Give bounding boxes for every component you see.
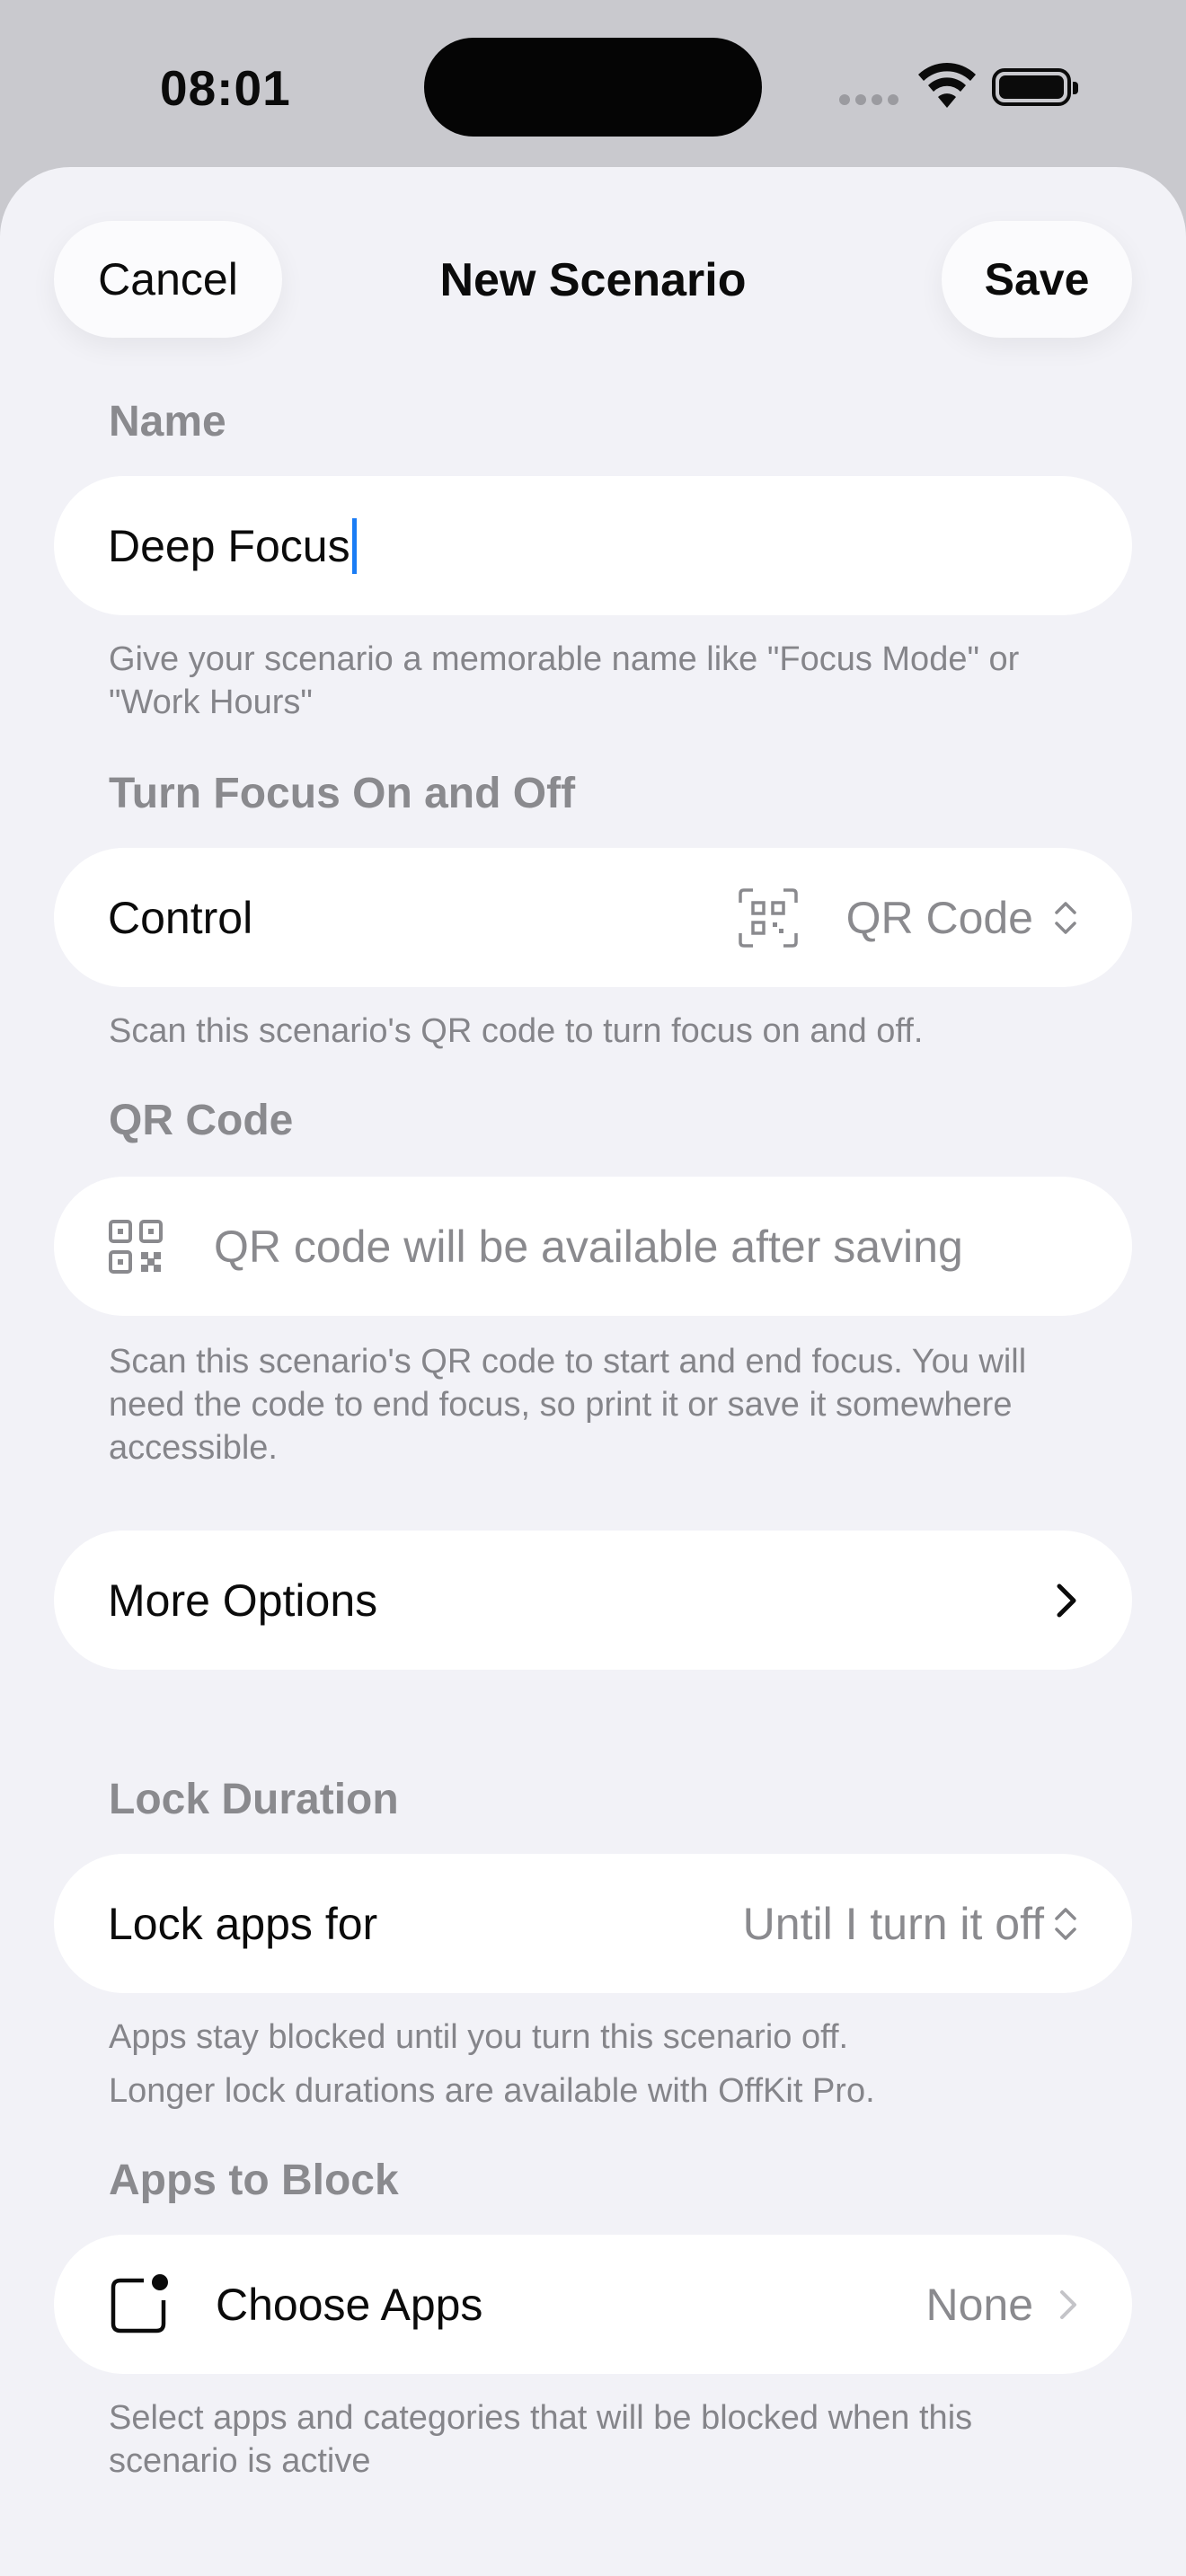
new-scenario-sheet: Cancel New Scenario Save Name Deep Focus… xyxy=(0,167,1186,2576)
control-label: Control xyxy=(108,892,253,943)
dynamic-island xyxy=(424,38,762,137)
qr-code-row: QR code will be available after saving xyxy=(54,1177,1132,1316)
qr-code-icon xyxy=(738,887,798,948)
name-footer: Give your scenario a memorable name like… xyxy=(109,640,1020,721)
text-caret xyxy=(351,517,357,574)
choose-apps-label: Choose Apps xyxy=(216,2279,483,2330)
more-options-row[interactable]: More Options xyxy=(54,1531,1132,1670)
qr-placeholder-text: QR code will be available after saving xyxy=(214,1221,963,1272)
lock-section-label: Lock Duration xyxy=(109,1776,399,1823)
choose-apps-row[interactable]: Choose Apps None xyxy=(54,2235,1132,2374)
screen: 08:01 Cancel New Scenario Save Name Deep… xyxy=(0,0,1186,2576)
name-field-card[interactable]: Deep Focus xyxy=(54,476,1132,615)
lock-duration-row[interactable]: Lock apps for Until I turn it off xyxy=(54,1854,1132,1993)
focus-section-label: Turn Focus On and Off xyxy=(109,770,576,817)
save-button[interactable]: Save xyxy=(942,221,1132,338)
lock-footer-line1: Apps stay blocked until you turn this sc… xyxy=(109,2018,849,2056)
qr-footer: Scan this scenario's QR code to start an… xyxy=(109,1343,1027,1467)
focus-footer: Scan this scenario's QR code to turn foc… xyxy=(109,1012,924,1050)
chevron-right-icon xyxy=(1057,1584,1076,1617)
app-badge-icon xyxy=(111,2273,168,2333)
status-time: 08:01 xyxy=(160,60,291,116)
name-field[interactable]: Deep Focus xyxy=(108,520,350,572)
control-picker-row[interactable]: Control QR Code xyxy=(54,848,1132,987)
choose-apps-value: None xyxy=(925,2279,1033,2330)
lock-duration-value: Until I turn it off xyxy=(742,1898,1044,1949)
qr-section-label: QR Code xyxy=(109,1097,294,1144)
apps-footer: Select apps and categories that will be … xyxy=(109,2399,973,2480)
cellular-signal-icon xyxy=(839,93,904,110)
name-section-label: Name xyxy=(109,398,226,446)
apps-section-label: Apps to Block xyxy=(109,2157,399,2204)
lock-duration-label: Lock apps for xyxy=(108,1898,378,1949)
qr-code-icon xyxy=(109,1219,163,1274)
battery-icon xyxy=(992,68,1078,106)
control-value: QR Code xyxy=(845,892,1033,943)
more-options-label: More Options xyxy=(108,1575,378,1626)
lock-footer-line2: Longer lock durations are available with… xyxy=(109,2072,875,2110)
chevron-up-down-icon xyxy=(1055,901,1076,934)
chevron-up-down-icon xyxy=(1055,1907,1076,1940)
chevron-right-icon xyxy=(1060,2289,1076,2319)
wifi-icon xyxy=(918,63,976,108)
